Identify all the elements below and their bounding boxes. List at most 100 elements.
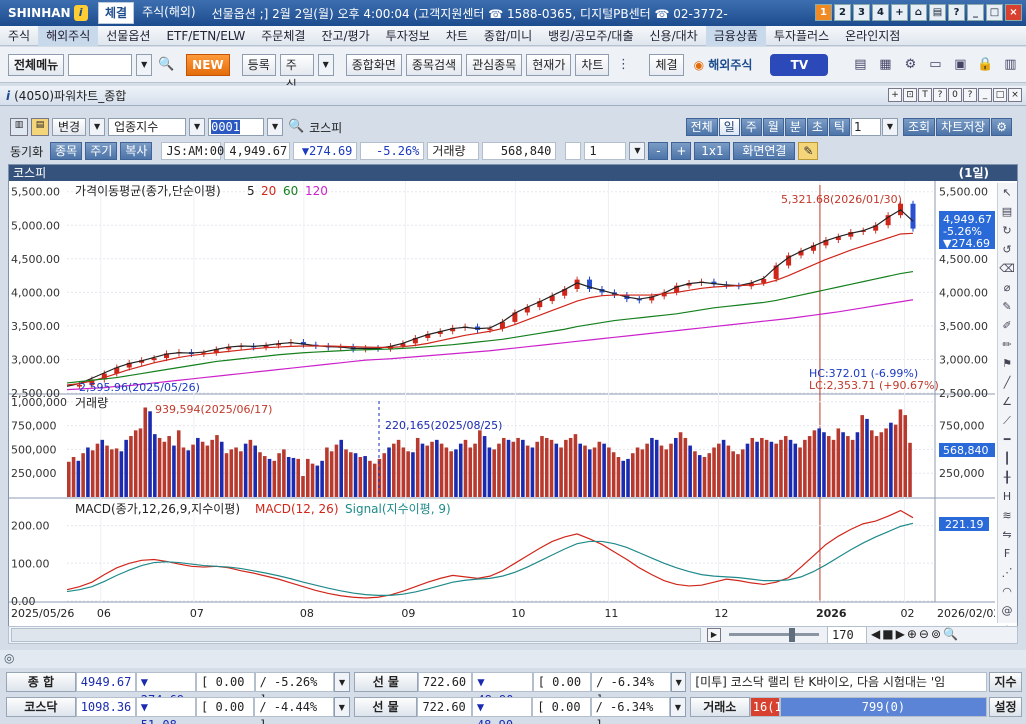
watchlist-button[interactable]: 관심종목 [466,53,523,76]
chevron-down-icon[interactable]: ▼ [334,672,350,692]
marker-icon[interactable]: ✏ [998,336,1016,354]
trendline-icon[interactable]: ╱ [998,374,1016,392]
minimize-icon[interactable]: _ [967,4,984,21]
close-icon[interactable]: × [1005,4,1022,21]
overseas-link[interactable]: ◉ 해외주식 [694,56,753,73]
chevron-down-icon[interactable]: ▼ [317,53,334,76]
header-max-button[interactable]: □ [993,88,1007,102]
panel-toggle-icon[interactable]: ▥ [10,118,28,136]
period-second[interactable]: 초 [806,118,828,136]
scroll-right-icon[interactable]: ▶ [707,628,721,642]
menu-item-overseas[interactable]: 해외주식 [38,25,99,46]
menu-item-finance[interactable]: 금융상품 [705,25,766,46]
header-zero-button[interactable]: 0 [948,88,962,102]
sector-select[interactable]: 업종지수 [108,118,187,136]
search-icon[interactable]: 🔍 [156,55,176,75]
chart-scrollbar[interactable]: ▶ 170 ◀ ■ ▶ ⊕ ⊖ ⊚ 🔍 [8,626,1018,644]
sync-copy-button[interactable]: 복사 [120,142,153,160]
period-count-input[interactable]: 1 [850,118,881,136]
header-min-button[interactable]: _ [978,88,992,102]
pen-icon[interactable]: ✎ [798,142,819,160]
menu-item-info[interactable]: 투자정보 [378,26,438,46]
vertical-line-icon[interactable]: ┃ [998,450,1016,468]
quote-label-futures[interactable]: 선 물 [353,672,418,692]
chevron-down-icon[interactable]: ▼ [89,118,106,136]
menu-item-mini[interactable]: 종합/미니 [476,26,540,46]
overview-button[interactable]: 종합화면 [345,53,402,76]
all-menu-button[interactable]: 전체메뉴 [8,53,65,76]
cursor-icon[interactable]: ↖ [998,184,1016,202]
layout-remove-button[interactable]: - [648,142,669,160]
magnify-icon[interactable]: 🔍 [943,627,958,641]
register-button[interactable]: 등록 [241,53,276,76]
scroll-left-icon[interactable]: ◀ [871,627,880,641]
menu-item-online[interactable]: 온라인지점 [837,26,908,46]
window-icon[interactable]: ▭ [925,55,945,75]
angle-icon[interactable]: ∠ [998,393,1016,411]
period-all[interactable]: 전체 [685,118,718,136]
zoom-in-icon[interactable]: ⊕ [907,627,917,641]
help-icon[interactable]: ? [948,4,965,21]
chevron-down-icon[interactable]: ▼ [334,697,350,717]
erase-all-icon[interactable]: ⌫ [998,260,1016,278]
current-price-button[interactable]: 현재가 [526,53,572,76]
quote-label-kosdaq[interactable]: 코스닥 [6,697,76,717]
stamp-icon[interactable]: ⚑ [998,355,1016,373]
calculator-icon[interactable]: ▦ [875,55,895,75]
maximize-icon[interactable]: □ [986,4,1003,21]
zoom-out-icon[interactable]: ⊖ [919,627,929,641]
text-icon[interactable]: H [998,488,1016,506]
ray-icon[interactable]: ⟋ [998,412,1016,430]
tab-overseas-stock[interactable]: 주식(해외) [136,2,202,24]
gear-icon[interactable]: ⚙ [900,55,920,75]
spiral-icon[interactable]: @ [998,602,1016,620]
news-ticker[interactable]: [미투] 코스닥 랠리 탄 K바이오, 다음 시험대는 '임 [690,672,988,692]
index-button[interactable]: 지수 [989,672,1023,692]
menu-item-chart[interactable]: 차트 [438,26,476,46]
layout-add-button[interactable]: + [671,142,692,160]
panel-lock-icon[interactable]: ▤ [31,118,49,136]
layout-count[interactable]: 1 [584,142,627,160]
screen-link-button[interactable]: 화면연결 [733,142,796,160]
menu-item-futures[interactable]: 선물옵션 [98,26,158,46]
home-icon[interactable]: ⌂ [910,4,927,21]
header-text-button[interactable]: T [918,88,932,102]
pencil-icon[interactable]: ✎ [998,298,1016,316]
brush-icon[interactable]: ✐ [998,317,1016,335]
layout-grid-button[interactable]: 1x1 [694,142,731,160]
period-tick[interactable]: 틱 [828,118,850,136]
fibonacci-icon[interactable]: F [998,545,1016,563]
grid-icon[interactable]: ▥ [1000,55,1020,75]
zoom-slider-thumb[interactable] [789,628,795,642]
settings-button[interactable]: 설정 [989,697,1023,717]
period-day[interactable]: 일 [718,118,740,136]
menu-item-etf[interactable]: ETF/ETN/ELW [158,26,253,46]
menu-item-invest-plus[interactable]: 투자플러스 [766,26,837,46]
arc-icon[interactable]: ◠ [998,583,1016,601]
query-button[interactable]: 조회 [902,118,936,136]
header-frame-button[interactable]: ⊡ [903,88,917,102]
print-icon[interactable]: ▤ [929,4,946,21]
chevron-down-icon[interactable]: ▼ [881,118,898,136]
page-button-2[interactable]: 2 [834,4,851,21]
horizontal-line-icon[interactable]: ━ [998,431,1016,449]
settle-button[interactable]: 체결 [649,53,684,76]
chevron-down-icon[interactable]: ▼ [670,672,687,692]
more-icon[interactable]: ⋮ [613,55,633,75]
search-icon[interactable]: 🔍 [286,118,306,136]
menu-item-banking[interactable]: 뱅킹/공모주/대출 [540,26,641,46]
channel-icon[interactable]: ⇋ [998,526,1016,544]
zoom-input[interactable]: 170 [827,626,867,644]
menu-item-balance[interactable]: 잔고/평가 [313,26,377,46]
code-input[interactable]: 0001 [208,118,265,136]
tab-settlement[interactable]: 체결 [98,2,135,24]
change-button[interactable]: 변경 [52,118,87,136]
header-help-button[interactable]: ? [933,88,947,102]
period-month[interactable]: 월 [762,118,784,136]
page-button-1[interactable]: 1 [815,4,832,21]
header-info-button[interactable]: ? [963,88,977,102]
chart-button[interactable]: 차트 [575,53,610,76]
quote-label-futures-2[interactable]: 선 물 [353,697,418,717]
chevron-down-icon[interactable]: ▼ [629,142,646,160]
chevron-down-icon[interactable]: ▼ [670,697,686,717]
